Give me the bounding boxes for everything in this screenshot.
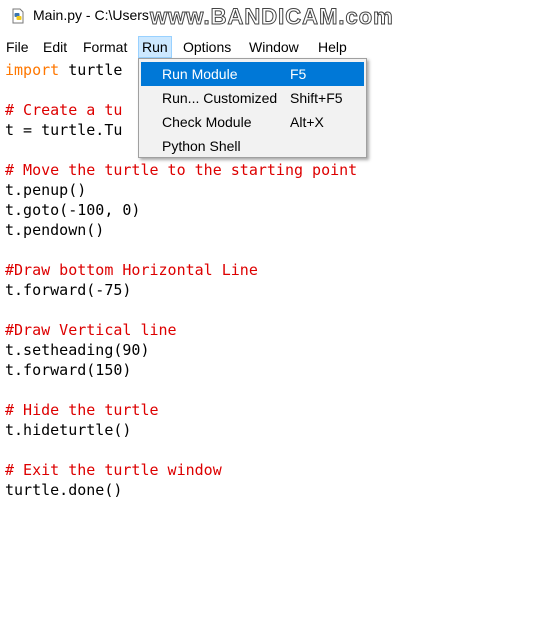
code-text: t.hideturtle(): [5, 421, 132, 439]
window-title: Main.py - C:\Users: [33, 7, 149, 23]
menu-run[interactable]: Run: [138, 36, 172, 58]
menu-item-shortcut: Alt+X: [290, 114, 324, 130]
code-line: # Hide the turtle: [5, 400, 159, 420]
comment: #Draw bottom Horizontal Line: [5, 261, 258, 279]
code-line: #Draw Vertical line: [5, 320, 177, 340]
code-text: t.goto(-100, 0): [5, 201, 141, 219]
code-text: turtle.done(): [5, 481, 123, 499]
menu-edit[interactable]: Edit: [40, 36, 70, 58]
title-bar: Main.py - C:\Users www.BANDICAM.com: [0, 0, 552, 34]
menu-item-shortcut: Shift+F5: [290, 90, 343, 106]
menu-bar: File Edit Format Run Options Window Help: [0, 36, 552, 58]
code-line: # Exit the turtle window: [5, 460, 222, 480]
menu-file[interactable]: File: [3, 36, 32, 58]
code-line: t.pendown(): [5, 220, 104, 240]
menu-options[interactable]: Options: [180, 36, 234, 58]
code-line: t.goto(-100, 0): [5, 200, 140, 220]
code-line: t.forward(150): [5, 360, 131, 380]
code-line: t.forward(-75): [5, 280, 131, 300]
menu-format[interactable]: Format: [80, 36, 130, 58]
menu-item-label: Python Shell: [162, 138, 241, 154]
python-file-icon: [12, 8, 24, 24]
menu-item-label: Run... Customized: [162, 90, 278, 106]
code-line: #Draw bottom Horizontal Line: [5, 260, 258, 280]
code-line: turtle.done(): [5, 480, 122, 500]
run-customized-item[interactable]: Run... Customized Shift+F5: [141, 86, 364, 110]
code-line: # Move the turtle to the starting point: [5, 160, 357, 180]
code-text: t.pendown(): [5, 221, 105, 239]
comment: # Exit the turtle window: [5, 461, 222, 479]
comment: # Move the turtle to the starting point: [5, 161, 358, 179]
code-line: import turtle: [5, 60, 122, 80]
menu-window[interactable]: Window: [246, 36, 302, 58]
code-line: t = turtle.Tu: [5, 120, 122, 140]
code-line: # Create a tu: [5, 100, 122, 120]
code-text: turtle: [59, 61, 123, 79]
python-shell-item[interactable]: Python Shell: [141, 134, 364, 158]
comment: # Hide the turtle: [5, 401, 159, 419]
keyword: import: [5, 61, 60, 79]
run-menu-dropdown: Run Module F5 Run... Customized Shift+F5…: [138, 58, 367, 158]
code-line: t.penup(): [5, 180, 86, 200]
code-text: t.forward(150): [5, 361, 132, 379]
code-text: t.penup(): [5, 181, 87, 199]
menu-help[interactable]: Help: [315, 36, 350, 58]
code-text: t = turtle.Tu: [5, 121, 123, 139]
watermark: www.BANDICAM.com: [150, 4, 394, 30]
menu-item-shortcut: F5: [290, 66, 307, 82]
run-module-item[interactable]: Run Module F5: [141, 62, 364, 86]
menu-item-label: Check Module: [162, 114, 252, 130]
check-module-item[interactable]: Check Module Alt+X: [141, 110, 364, 134]
code-text: t.forward(-75): [5, 281, 132, 299]
code-text: t.setheading(90): [5, 341, 150, 359]
code-line: t.hideturtle(): [5, 420, 131, 440]
menu-item-label: Run Module: [162, 66, 238, 82]
comment: #Draw Vertical line: [5, 321, 177, 339]
code-line: t.setheading(90): [5, 340, 150, 360]
comment: # Create a tu: [5, 101, 123, 119]
